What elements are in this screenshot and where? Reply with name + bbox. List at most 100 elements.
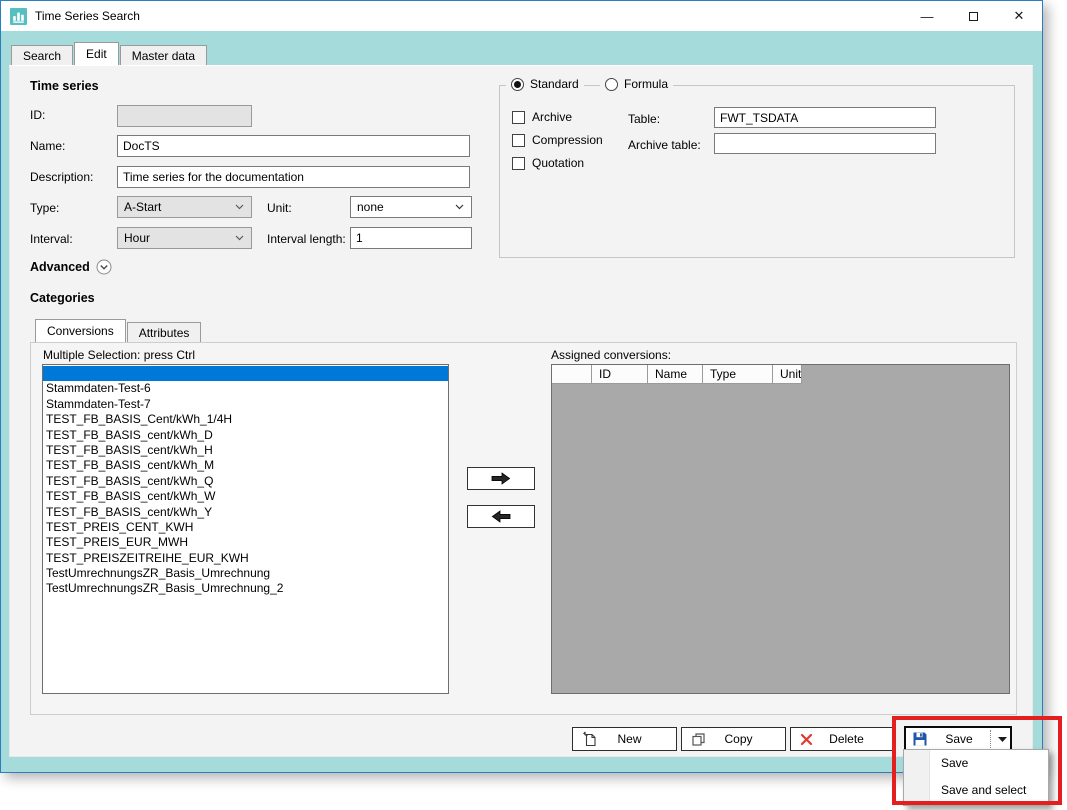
compression-checkbox-row[interactable]: Compression [512,133,603,147]
unassign-button[interactable] [467,505,535,528]
caret-down-icon [998,737,1007,742]
interval-label: Interval: [30,232,73,246]
list-item[interactable]: TestUmrechnungsZR_Basis_Umrechnung_2 [43,581,448,596]
assign-button[interactable] [467,467,535,490]
standard-radio[interactable] [511,78,524,91]
maximize-icon [969,12,978,21]
archive-checkbox-label: Archive [532,110,572,124]
menu-item-save[interactable]: Save [904,750,1048,777]
id-field [117,105,252,127]
maximize-button[interactable] [950,1,996,31]
compression-checkbox[interactable] [512,134,525,147]
new-page-icon [582,731,597,747]
table-label: Table: [628,112,660,126]
list-item[interactable]: TEST_FB_BASIS_cent/kWh_H [43,443,448,458]
chevron-down-icon [235,204,244,210]
available-conversions-list[interactable]: Stammdaten-Test-6Stammdaten-Test-7TEST_F… [42,364,449,694]
compression-checkbox-label: Compression [532,133,603,147]
quotation-checkbox[interactable] [512,157,525,170]
description-label: Description: [30,170,93,184]
description-field[interactable] [117,166,470,188]
list-item[interactable]: TEST_FB_BASIS_cent/kWh_W [43,489,448,504]
grid-column-header[interactable]: ID [592,365,648,384]
minimize-icon: — [921,9,934,24]
categories-heading: Categories [30,291,95,305]
list-item[interactable]: TEST_PREISZEITREIHE_EUR_KWH [43,551,448,566]
list-item[interactable]: TestUmrechnungsZR_Basis_Umrechnung [43,566,448,581]
type-dropdown[interactable]: A-Start [117,196,252,218]
window-controls: — ✕ [904,1,1042,31]
window-title: Time Series Search [35,9,140,23]
interval-length-field[interactable] [350,227,472,249]
edit-tab-content: Time series ID: Name: Description: Type:… [9,65,1033,757]
categories-tab-strip: Conversions Attributes [35,319,202,342]
chevron-down-icon [235,235,244,241]
multi-select-hint: Multiple Selection: press Ctrl [43,348,195,362]
copy-button-label: Copy [706,732,771,746]
list-item[interactable]: TEST_PREIS_CENT_KWH [43,520,448,535]
grid-column-header[interactable]: Unit [773,365,802,384]
chevron-down-circle-icon[interactable] [96,259,112,275]
copy-button[interactable]: Copy [681,727,786,751]
archive-table-label: Archive table: [628,138,701,152]
grid-column-header[interactable] [552,365,592,384]
split-divider [990,730,991,748]
name-field[interactable] [117,135,470,157]
archive-checkbox[interactable] [512,111,525,124]
delete-x-icon [800,733,813,746]
list-item[interactable]: TEST_FB_BASIS_cent/kWh_M [43,458,448,473]
archive-checkbox-row[interactable]: Archive [512,110,572,124]
arrow-right-icon [491,472,511,485]
close-button[interactable]: ✕ [996,1,1042,31]
formula-radio-label: Formula [624,77,668,91]
chevron-down-icon [455,204,464,210]
table-field[interactable] [714,107,936,128]
grid-column-header[interactable]: Name [648,365,703,384]
copy-icon [691,732,706,747]
list-item[interactable]: TEST_FB_BASIS_cent/kWh_D [43,428,448,443]
type-value: A-Start [124,200,161,214]
unit-value: none [357,200,384,214]
titlebar: Time Series Search — ✕ [1,1,1042,31]
quotation-checkbox-label: Quotation [532,156,584,170]
list-item[interactable]: TEST_FB_BASIS_cent/kWh_Y [43,505,448,520]
main-tab-strip: Search Edit Master data [11,42,208,65]
assigned-conversions-label: Assigned conversions: [551,348,671,362]
standard-radio-label: Standard [530,77,579,91]
tab-conversions[interactable]: Conversions [35,319,126,342]
quotation-checkbox-row[interactable]: Quotation [512,156,584,170]
formula-radio-row[interactable]: Formula [600,77,673,91]
interval-length-label: Interval length: [267,232,346,246]
archive-table-field[interactable] [714,133,936,154]
list-item[interactable]: TEST_PREIS_EUR_MWH [43,535,448,550]
tab-master-data[interactable]: Master data [120,45,207,65]
standard-radio-row[interactable]: Standard [506,77,584,91]
menu-item-save-and-select[interactable]: Save and select [904,777,1048,804]
tab-attributes[interactable]: Attributes [127,322,202,342]
list-item[interactable] [43,366,448,381]
conversions-panel: Multiple Selection: press Ctrl Stammdate… [30,342,1017,715]
storage-groupbox: Standard Formula Archive Compression Quo… [499,85,1015,258]
new-button[interactable]: New [572,727,677,751]
advanced-label: Advanced [30,260,90,274]
list-item[interactable]: Stammdaten-Test-6 [43,381,448,396]
save-button-label: Save [928,732,990,746]
formula-radio[interactable] [605,78,618,91]
save-dropdown-arrow[interactable] [994,737,1010,742]
grid-column-header[interactable]: Type [703,365,773,384]
tab-edit[interactable]: Edit [74,42,119,65]
assigned-conversions-grid[interactable]: IDNameTypeUnit [551,364,1010,694]
time-series-heading: Time series [30,79,99,93]
list-item[interactable]: TEST_FB_BASIS_cent/kWh_Q [43,474,448,489]
interval-dropdown[interactable]: Hour [117,227,252,249]
unit-dropdown[interactable]: none [350,196,472,218]
close-icon: ✕ [1014,8,1025,24]
list-item[interactable]: TEST_FB_BASIS_Cent/kWh_1/4H [43,412,448,427]
advanced-toggle[interactable]: Advanced [30,259,112,275]
save-dropdown-menu: Save Save and select [903,749,1049,806]
minimize-button[interactable]: — [904,1,950,31]
delete-button[interactable]: Delete [790,727,895,751]
tab-search[interactable]: Search [11,45,73,65]
list-item[interactable]: Stammdaten-Test-7 [43,397,448,412]
type-label: Type: [30,201,59,215]
